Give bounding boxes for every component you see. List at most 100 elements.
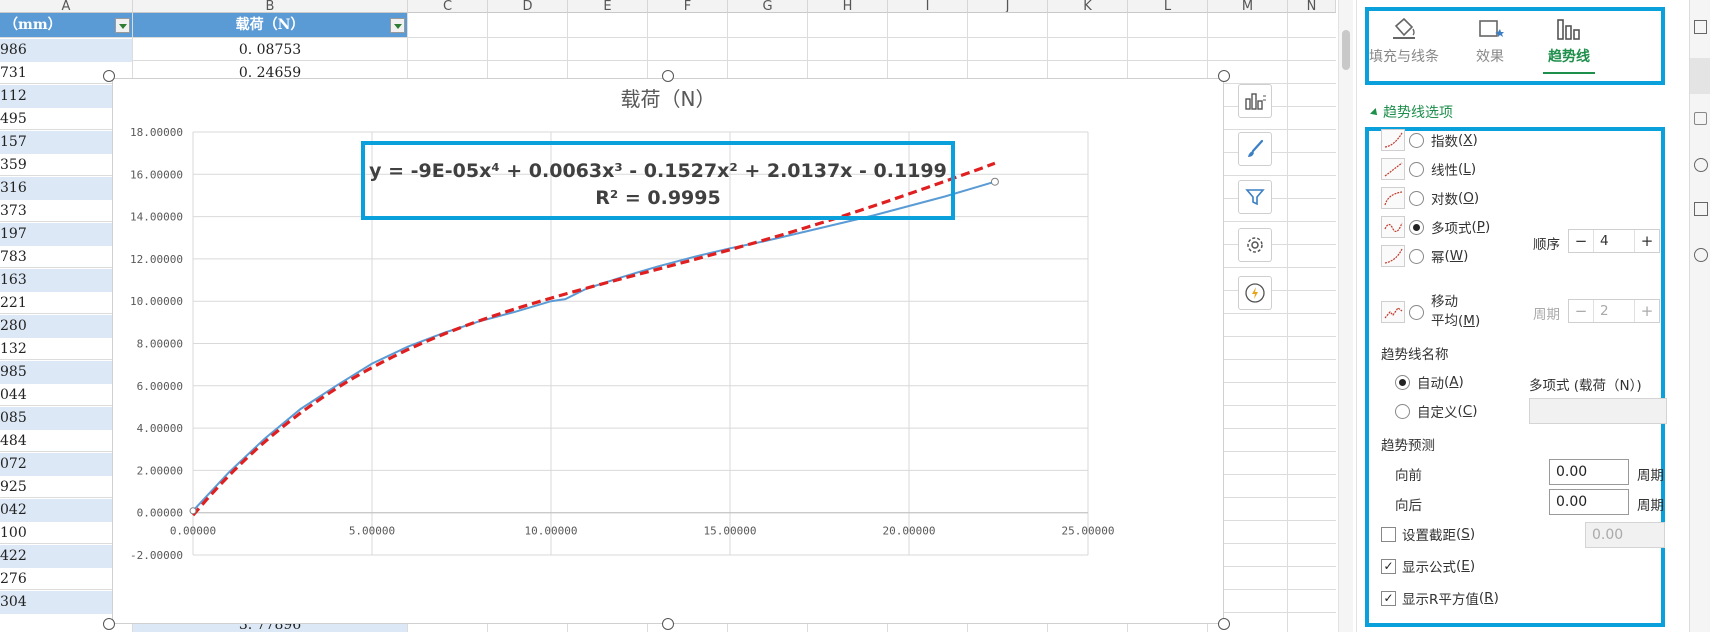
- option-name-auto[interactable]: 自动(A): [1395, 369, 1464, 395]
- section-trendline-options[interactable]: 趋势线选项: [1370, 102, 1453, 122]
- backward-input[interactable]: 0.00: [1549, 489, 1629, 515]
- order-input[interactable]: 4: [1593, 230, 1635, 252]
- resize-handle-tl[interactable]: [103, 70, 115, 82]
- cell-b2[interactable]: 0. 08753: [133, 39, 407, 62]
- period-decrement-button[interactable]: −: [1569, 302, 1593, 320]
- x-tick-label: 25.00000: [1062, 525, 1115, 538]
- option-set-intercept[interactable]: 设置截距(S): [1381, 521, 1475, 547]
- radio-moving-average[interactable]: [1409, 304, 1424, 320]
- checkbox-set-intercept[interactable]: [1381, 526, 1396, 542]
- radio-trend-type[interactable]: [1409, 219, 1424, 235]
- option-show-equation[interactable]: ✓ 显示公式(E): [1381, 553, 1475, 579]
- option-trend-power[interactable]: 幂(W): [1381, 243, 1468, 269]
- trendline-label[interactable]: y = -9E-05x⁴ + 0.0063x³ - 0.1527x² + 2.0…: [361, 158, 955, 212]
- grid-line-horizontal: [0, 37, 1336, 38]
- scrollbar-thumb[interactable]: [1342, 30, 1350, 70]
- column-header-h[interactable]: H: [808, 0, 888, 13]
- y-tick-label: 2.00000: [137, 464, 183, 477]
- column-header-k[interactable]: K: [1048, 0, 1128, 13]
- chart-elements-icon[interactable]: [1238, 84, 1272, 118]
- checkbox-show-r-squared[interactable]: ✓: [1381, 590, 1396, 606]
- resize-handle-bm[interactable]: [662, 618, 674, 630]
- period-spinner[interactable]: − 2 +: [1568, 299, 1660, 323]
- trend-exponential-icon: [1381, 129, 1405, 151]
- trendline-bars-icon: [1524, 12, 1614, 42]
- format-trendline-pane: 填充与线条 效果 趋势线 趋势线选项 指数(X) 线性(L) 对数(O) 多项式(P)…: [1356, 0, 1689, 632]
- resize-handle-tm[interactable]: [662, 70, 674, 82]
- column-header-e[interactable]: E: [568, 0, 648, 13]
- tab-effects[interactable]: 效果: [1445, 12, 1535, 66]
- column-header-d[interactable]: D: [488, 0, 568, 13]
- trend-power-icon: [1381, 245, 1405, 267]
- order-spinner[interactable]: − 4 +: [1568, 229, 1660, 253]
- layout-icon[interactable]: [1694, 112, 1707, 125]
- header-cell-a[interactable]: （mm）: [0, 13, 132, 37]
- forward-label: 向前: [1395, 468, 1422, 484]
- column-header-g[interactable]: G: [728, 0, 808, 13]
- tab-trendline[interactable]: 趋势线: [1524, 12, 1614, 66]
- column-header-l[interactable]: L: [1128, 0, 1208, 13]
- column-header-c[interactable]: C: [408, 0, 488, 13]
- order-increment-button[interactable]: +: [1635, 232, 1659, 250]
- option-show-r-squared[interactable]: ✓ 显示R平方值(R): [1381, 585, 1499, 611]
- chart-title[interactable]: 载荷（N）: [113, 83, 1223, 112]
- radio-trend-type[interactable]: [1409, 248, 1424, 264]
- option-trend-linear[interactable]: 线性(L): [1381, 156, 1476, 182]
- filter-dropdown-a[interactable]: [115, 18, 130, 33]
- data-series-line: [192, 180, 996, 512]
- style-icon[interactable]: [1694, 248, 1708, 262]
- column-header-j[interactable]: J: [968, 0, 1048, 13]
- option-moving-average[interactable]: 移动 平均(M): [1381, 292, 1480, 332]
- header-cell-b[interactable]: 载荷（N）: [133, 13, 407, 37]
- spreadsheet-area[interactable]: ABCDEFGHIJKLMN （mm） 载荷（N） 986 731 112 495 15…: [0, 0, 1336, 632]
- properties-tab-icon[interactable]: [1690, 58, 1710, 94]
- resize-handle-br[interactable]: [1218, 618, 1230, 630]
- period-label: 周期: [1533, 307, 1560, 323]
- option-trend-logarithmic[interactable]: 对数(O): [1381, 185, 1479, 211]
- data-point-marker: [189, 507, 197, 515]
- chart-idea-bulb-icon[interactable]: [1238, 276, 1272, 310]
- radio-name-custom[interactable]: [1395, 403, 1410, 419]
- radio-trend-type[interactable]: [1409, 132, 1424, 148]
- intercept-input[interactable]: 0.00: [1585, 522, 1665, 548]
- filter-dropdown-b[interactable]: [390, 18, 405, 33]
- chart-tools-icon[interactable]: [1694, 202, 1708, 216]
- trend-moving-average-icon: [1381, 301, 1405, 323]
- cell-a-value[interactable]: 986: [0, 39, 132, 62]
- option-name-custom[interactable]: 自定义(C): [1395, 398, 1478, 424]
- tab-fill-line[interactable]: 填充与线条: [1359, 12, 1449, 66]
- column-header-b[interactable]: B: [133, 0, 408, 13]
- radio-trend-type[interactable]: [1409, 161, 1424, 177]
- y-tick-label: 8.00000: [137, 338, 183, 351]
- period-increment-button[interactable]: +: [1635, 302, 1659, 320]
- order-decrement-button[interactable]: −: [1569, 232, 1593, 250]
- period-input[interactable]: 2: [1593, 300, 1635, 322]
- backward-unit: 周期: [1637, 498, 1664, 514]
- option-trend-polynomial[interactable]: 多项式(P): [1381, 214, 1490, 240]
- column-header-n[interactable]: N: [1288, 0, 1336, 13]
- chart-filter-icon[interactable]: [1238, 180, 1272, 214]
- help-icon[interactable]: [1694, 158, 1708, 172]
- active-tab-indicator: [1543, 72, 1595, 74]
- chart-object[interactable]: -2.00000 0.00000 2.00000 4.00000 6.00000 8.00…: [112, 78, 1224, 624]
- column-header-i[interactable]: I: [888, 0, 968, 13]
- select-pane-icon[interactable]: [1694, 20, 1707, 34]
- column-header-m[interactable]: M: [1208, 0, 1288, 13]
- radio-name-auto[interactable]: [1395, 374, 1410, 390]
- resize-handle-bl[interactable]: [103, 618, 115, 630]
- forward-input[interactable]: 0.00: [1549, 459, 1629, 485]
- custom-name-input[interactable]: [1529, 398, 1667, 424]
- trend-linear-icon: [1381, 158, 1405, 180]
- chart-settings-gear-icon[interactable]: [1238, 228, 1272, 262]
- option-trend-exponential[interactable]: 指数(X): [1381, 127, 1478, 153]
- x-tick-label: 5.00000: [349, 525, 395, 538]
- trend-logarithmic-icon: [1381, 187, 1405, 209]
- chart-style-brush-icon[interactable]: [1238, 132, 1272, 166]
- vertical-scrollbar[interactable]: [1338, 0, 1353, 632]
- resize-handle-tr[interactable]: [1218, 70, 1230, 82]
- checkbox-show-equation[interactable]: ✓: [1381, 558, 1396, 574]
- column-header-a[interactable]: A: [0, 0, 133, 13]
- y-tick-label: 4.00000: [137, 422, 183, 435]
- radio-trend-type[interactable]: [1409, 190, 1424, 206]
- column-header-f[interactable]: F: [648, 0, 728, 13]
